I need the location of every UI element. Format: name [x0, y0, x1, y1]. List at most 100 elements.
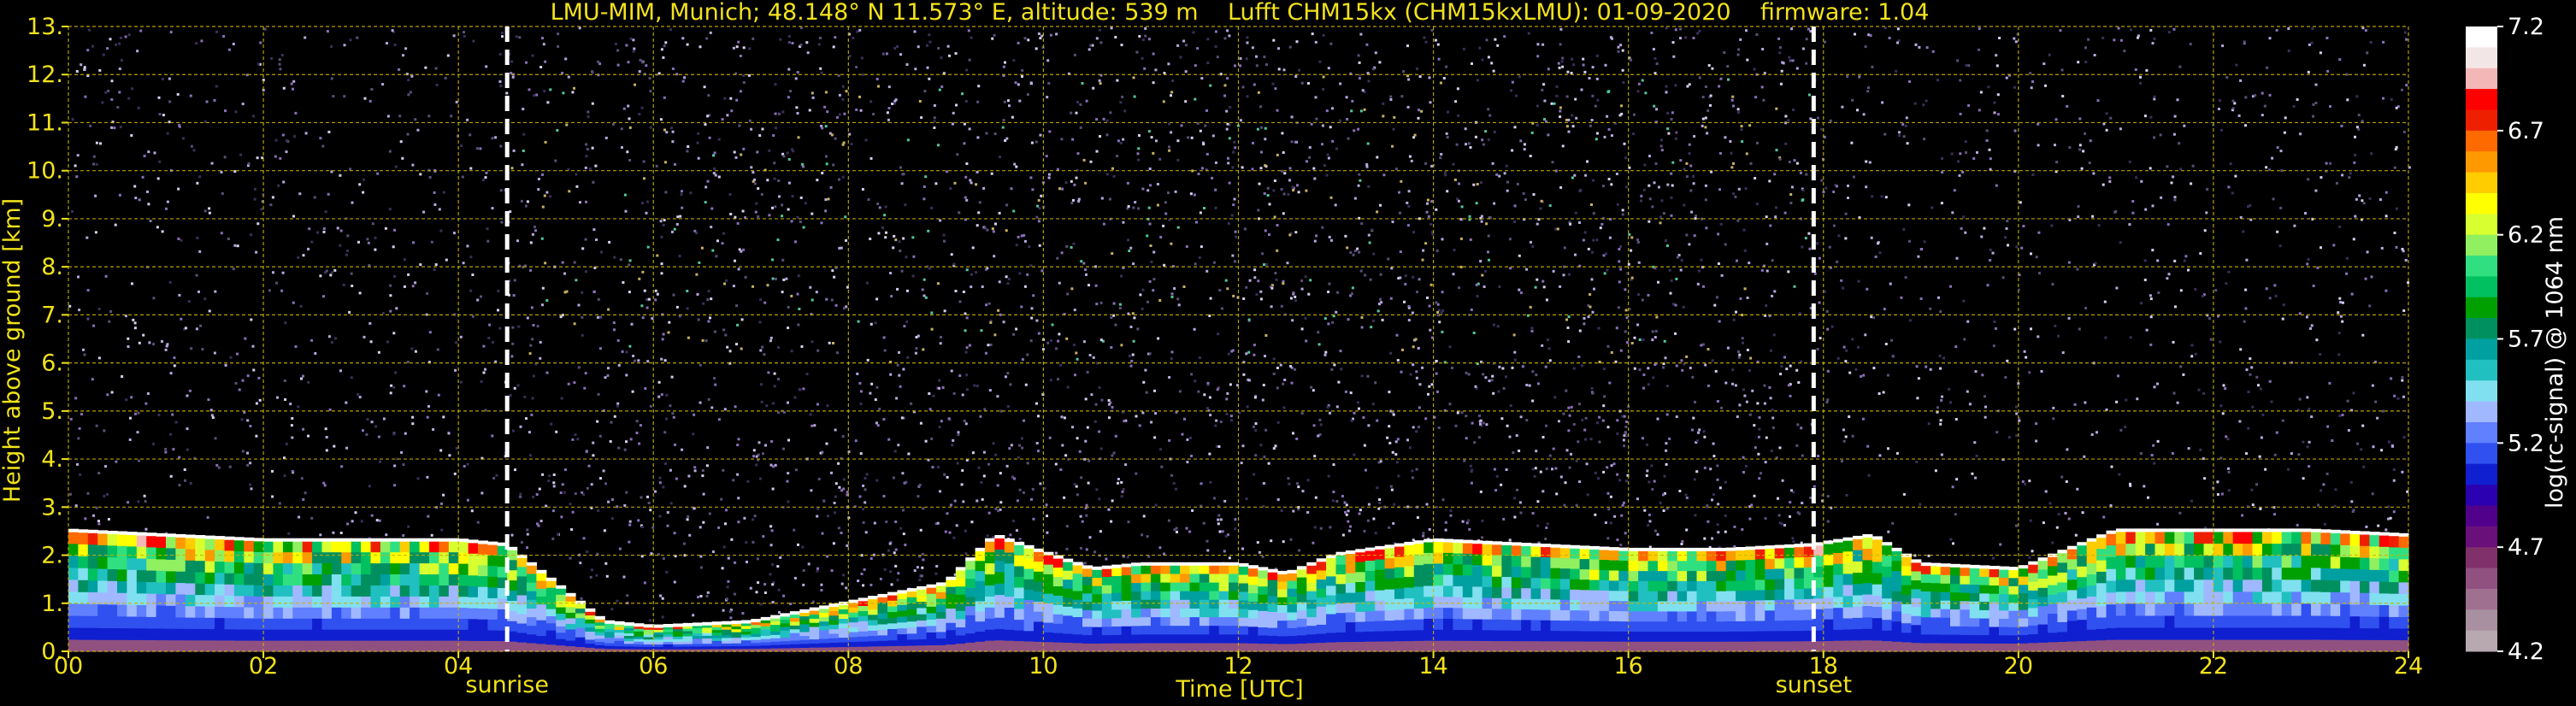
noise-pixel: [889, 272, 893, 274]
noise-pixel: [1035, 319, 1039, 322]
noise-pixel: [1147, 130, 1151, 133]
noise-pixel: [1724, 136, 1727, 139]
noise-pixel: [545, 504, 548, 508]
noise-pixel: [869, 583, 873, 586]
noise-pixel: [1313, 455, 1317, 458]
noise-pixel: [298, 515, 301, 519]
noise-pixel: [1020, 437, 1023, 440]
noise-pixel: [883, 568, 887, 571]
signal-cell: [107, 533, 118, 546]
noise-pixel: [1530, 327, 1534, 330]
noise-pixel: [1005, 464, 1009, 468]
noise-pixel: [1260, 126, 1264, 129]
noise-pixel: [2357, 127, 2361, 131]
noise-pixel: [1086, 371, 1089, 374]
noise-pixel: [1234, 518, 1237, 521]
noise-pixel: [1170, 295, 1174, 298]
noise-pixel: [1624, 330, 1627, 333]
noise-pixel: [767, 371, 770, 374]
noise-pixel: [1365, 165, 1369, 168]
noise-pixel: [2338, 297, 2342, 300]
noise-pixel: [657, 395, 661, 398]
noise-pixel: [675, 222, 679, 226]
noise-pixel: [1983, 227, 1986, 230]
noise-pixel: [198, 250, 202, 253]
signal-cell: [175, 605, 186, 618]
noise-pixel: [911, 236, 915, 239]
noise-pixel: [307, 380, 310, 384]
noise-pixel: [1231, 166, 1235, 169]
noise-pixel: [983, 227, 987, 230]
noise-pixel: [1122, 488, 1125, 491]
noise-pixel: [1435, 390, 1439, 393]
noise-pixel: [1707, 348, 1710, 351]
noise-pixel: [2123, 50, 2126, 53]
noise-pixel: [696, 292, 699, 296]
noise-pixel: [325, 436, 328, 438]
noise-pixel: [1457, 114, 1460, 117]
noise-pixel: [1358, 74, 1361, 77]
noise-pixel: [472, 39, 475, 43]
noise-pixel: [661, 615, 664, 619]
noise-pixel: [2395, 106, 2398, 109]
noise-pixel: [501, 32, 504, 34]
noise-pixel: [1632, 113, 1636, 116]
noise-pixel: [1079, 126, 1082, 129]
noise-pixel: [811, 600, 815, 603]
noise-pixel: [1665, 239, 1667, 242]
noise-pixel: [1595, 77, 1599, 80]
noise-pixel: [1555, 492, 1559, 496]
noise-pixel: [963, 420, 966, 422]
noise-pixel: [896, 287, 899, 291]
noise-pixel: [1442, 77, 1446, 79]
noise-pixel: [964, 422, 968, 426]
noise-pixel: [1358, 512, 1361, 515]
noise-pixel: [2134, 68, 2137, 71]
noise-pixel: [1389, 351, 1393, 355]
noise-pixel: [1621, 209, 1624, 212]
noise-pixel: [1170, 242, 1173, 245]
noise-pixel: [1217, 514, 1221, 517]
noise-pixel: [990, 172, 993, 175]
noise-pixel: [1137, 207, 1140, 210]
noise-pixel: [1510, 89, 1513, 92]
noise-pixel: [899, 385, 902, 388]
noise-pixel: [1152, 52, 1155, 56]
noise-pixel: [661, 597, 664, 600]
noise-pixel: [1934, 469, 1937, 473]
noise-pixel: [1253, 83, 1256, 86]
noise-pixel: [693, 469, 697, 473]
noise-pixel: [1807, 93, 1811, 97]
noise-pixel: [1094, 284, 1098, 287]
noise-pixel: [535, 93, 539, 97]
signal-cell: [215, 595, 226, 607]
noise-pixel: [645, 64, 648, 68]
noise-pixel: [733, 592, 736, 596]
noise-pixel: [1623, 434, 1626, 438]
noise-pixel: [872, 113, 875, 115]
noise-pixel: [1252, 141, 1254, 144]
noise-pixel: [2307, 70, 2310, 74]
noise-pixel: [2179, 289, 2183, 292]
noise-pixel: [346, 234, 350, 238]
noise-pixel: [1288, 45, 1292, 49]
noise-pixel: [2334, 488, 2337, 491]
noise-pixel: [1341, 495, 1344, 497]
noise-pixel: [1800, 427, 1803, 430]
noise-pixel: [1382, 174, 1386, 177]
noise-pixel: [1470, 481, 1473, 485]
noise-pixel: [943, 309, 946, 313]
noise-pixel: [1940, 202, 1943, 205]
noise-pixel: [1082, 262, 1086, 265]
noise-pixel: [1155, 139, 1158, 143]
noise-pixel: [567, 382, 570, 385]
noise-pixel: [1428, 76, 1431, 79]
noise-pixel: [2270, 400, 2273, 403]
noise-pixel: [393, 228, 396, 232]
noise-pixel: [2031, 550, 2034, 553]
noise-pixel: [1119, 101, 1123, 104]
noise-pixel: [1966, 320, 1970, 323]
noise-pixel: [1209, 414, 1212, 417]
noise-pixel: [2249, 373, 2252, 376]
noise-pixel: [1264, 229, 1267, 232]
